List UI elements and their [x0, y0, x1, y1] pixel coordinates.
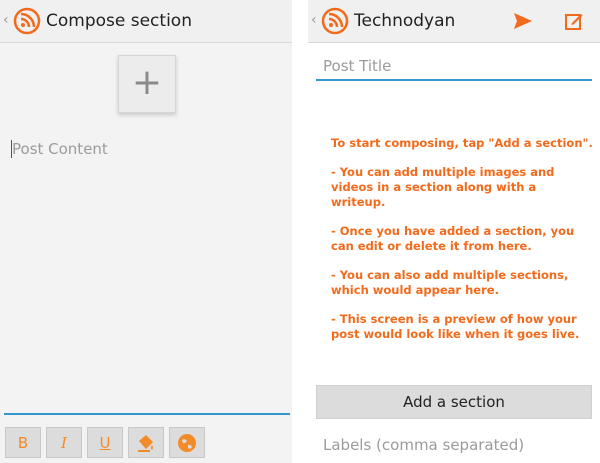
- help-paragraph: - Once you have added a section, you can…: [331, 224, 575, 253]
- send-icon[interactable]: [513, 12, 533, 30]
- italic-button[interactable]: I: [46, 427, 82, 458]
- content-field-underline: [4, 413, 290, 415]
- help-paragraph: - You can also add multiple sections, wh…: [331, 268, 569, 297]
- plus-icon: +: [131, 62, 163, 103]
- title-field-underline: [316, 79, 592, 81]
- action-bar: ‹ Compose section: [0, 0, 292, 43]
- insert-link-button[interactable]: [169, 427, 205, 458]
- blogger-wifi-icon[interactable]: [321, 7, 349, 35]
- help-paragraph: To start composing, tap "Add a section".: [331, 136, 593, 150]
- post-title-input[interactable]: Post Title: [323, 57, 391, 75]
- paint-bucket-icon: [138, 435, 153, 452]
- up-caret-icon[interactable]: ‹: [3, 12, 9, 28]
- add-section-button[interactable]: Add a section: [316, 385, 592, 419]
- compose-help-text: To start composing, tap "Add a section".…: [331, 136, 593, 356]
- compose-section-screen: ‹ Compose section + Post Content B I U: [0, 0, 292, 463]
- add-media-button[interactable]: +: [118, 55, 176, 113]
- post-preview-screen: ‹ Technodyan Post Title To start composi…: [308, 0, 600, 463]
- blogger-wifi-icon[interactable]: [13, 7, 41, 35]
- blog-title: Technodyan: [354, 11, 456, 31]
- post-content-input[interactable]: Post Content: [12, 140, 108, 158]
- up-caret-icon[interactable]: ‹: [311, 12, 317, 28]
- edit-icon[interactable]: [565, 12, 583, 30]
- text-color-button[interactable]: [128, 427, 164, 458]
- underline-button[interactable]: U: [87, 427, 123, 458]
- action-bar: ‹ Technodyan: [308, 0, 600, 43]
- globe-icon: [178, 434, 196, 452]
- page-title: Compose section: [46, 11, 192, 31]
- bold-button[interactable]: B: [5, 427, 41, 458]
- labels-input[interactable]: Labels (comma separated): [323, 436, 524, 454]
- help-paragraph: - This screen is a preview of how your p…: [331, 312, 580, 341]
- help-paragraph: - You can add multiple images and videos…: [331, 165, 555, 209]
